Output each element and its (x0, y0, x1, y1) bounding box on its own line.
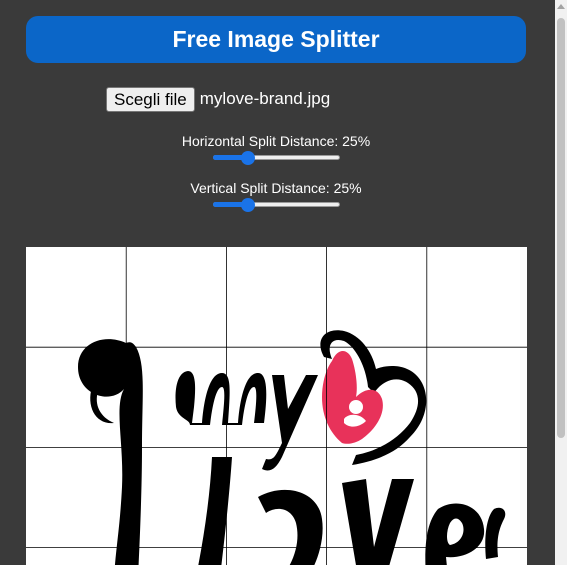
vertical-split-label: Vertical Split Distance: 25% (190, 180, 362, 196)
page-header: Free Image Splitter (26, 16, 526, 63)
split-preview-image (26, 247, 527, 565)
selected-file-name: mylove-brand.jpg (199, 89, 331, 108)
split-preview-canvas (26, 247, 527, 565)
logo-letter-e (425, 503, 485, 565)
slider-thumb[interactable] (241, 151, 256, 165)
choose-file-button[interactable]: Scegli file (106, 86, 195, 112)
logo-word-my (175, 371, 267, 425)
logo-swash-e (485, 507, 506, 559)
scrollbar-thumb[interactable] (557, 18, 565, 438)
logo-letter-y (262, 375, 318, 471)
file-input-row: Scegli file mylove-brand.jpg (106, 86, 330, 112)
slider-thumb[interactable] (241, 198, 256, 212)
vertical-split-slider[interactable] (213, 198, 340, 212)
page-title: Free Image Splitter (172, 26, 380, 52)
horizontal-split-label: Horizontal Split Distance: 25% (181, 133, 371, 149)
logo-letter-o (258, 489, 323, 565)
logo-letter-i (78, 339, 143, 565)
logo-letter-v (342, 479, 414, 565)
page: Free Image Splitter Scegli file mylove-b… (0, 0, 555, 565)
logo-heart-figure (349, 400, 363, 414)
horizontal-split-slider[interactable] (213, 151, 340, 165)
scroll-up-arrow-icon[interactable] (557, 4, 565, 9)
vertical-scrollbar[interactable] (555, 0, 567, 565)
